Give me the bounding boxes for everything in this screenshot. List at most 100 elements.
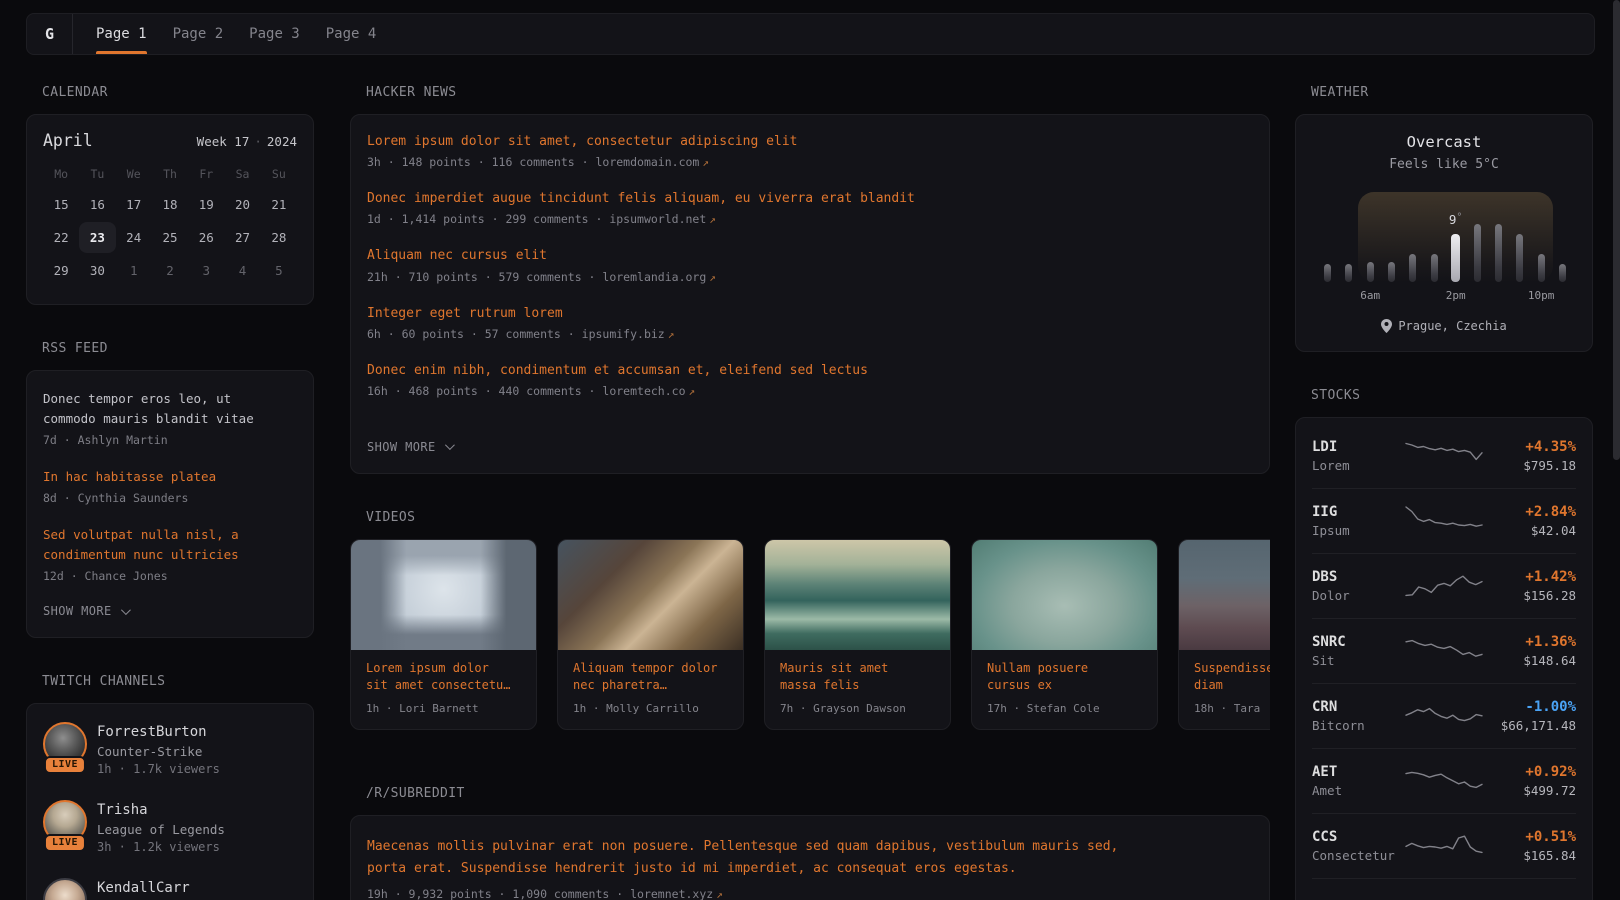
calendar-weekday: Tu bbox=[79, 167, 115, 181]
hackernews-item-title[interactable]: Donec imperdiet augue tincidunt felis al… bbox=[367, 190, 1253, 208]
rss-show-more-button[interactable]: SHOW MORE bbox=[43, 604, 128, 618]
stock-price: $156.28 bbox=[1484, 588, 1576, 604]
sparkline-chart bbox=[1404, 567, 1484, 601]
hackernews-item-meta: 3h · 148 points · 116 comments · loremdo… bbox=[367, 155, 1253, 169]
video-card[interactable]: Suspendisse diam 18h · Tara bbox=[1178, 539, 1270, 730]
stock-row-iig[interactable]: IIGIpsum+2.84%$42.04 bbox=[1312, 489, 1576, 554]
subreddit-section: /R/SUBREDDIT Maecenas mollis pulvinar er… bbox=[350, 786, 1270, 900]
hackernews-item-title[interactable]: Aliquam nec cursus elit bbox=[367, 247, 1253, 265]
stock-row-crn[interactable]: CRNBitcorn-1.00%$66,171.48 bbox=[1312, 684, 1576, 749]
video-title[interactable]: Suspendisse diam bbox=[1194, 660, 1270, 695]
location-pin-icon bbox=[1381, 319, 1392, 333]
rss-item-title[interactable]: Donec tempor eros leo, ut commodo mauris… bbox=[43, 389, 297, 429]
stock-name: Sit bbox=[1312, 653, 1404, 669]
subreddit-section-label: /R/SUBREDDIT bbox=[366, 786, 1270, 801]
stock-row-ccs[interactable]: CCSConsectetur +0.51% $165.84 bbox=[1312, 814, 1576, 879]
subreddit-card: Maecenas mollis pulvinar erat non posuer… bbox=[350, 815, 1270, 900]
app-logo[interactable]: G bbox=[27, 14, 72, 54]
stock-row-aet[interactable]: AETAmet+0.92%$499.72 bbox=[1312, 749, 1576, 814]
nav-tab-page-3[interactable]: Page 3 bbox=[249, 14, 300, 54]
hackernews-item-meta-text: 3h · 148 points · 116 comments · bbox=[367, 155, 595, 169]
video-title[interactable]: Mauris sit amet massa felis bbox=[780, 660, 935, 695]
middle-column: HACKER NEWS Lorem ipsum dolor sit amet, … bbox=[350, 85, 1270, 900]
stock-row-snrc[interactable]: SNRCSit+1.36%$148.64 bbox=[1312, 619, 1576, 684]
video-card[interactable]: Mauris sit amet massa felis7h · Grayson … bbox=[764, 539, 951, 730]
hackernews-item: Aliquam nec cursus elit21h · 710 points … bbox=[367, 247, 1253, 283]
rss-item-title[interactable]: Sed volutpat nulla nisl, a condimentum n… bbox=[43, 525, 297, 565]
left-column: CALENDAR April Week 17·2024 MoTuWeThFrSa… bbox=[26, 85, 314, 900]
twitch-section: TWITCH CHANNELS LIVEForrestBurtonCounter… bbox=[26, 674, 314, 900]
twitch-channel-row[interactable]: LIVEForrestBurtonCounter-Strike1h · 1.7k… bbox=[43, 722, 297, 784]
video-card[interactable]: Lorem ipsum dolor sit amet consectetu…1h… bbox=[350, 539, 537, 730]
stock-values: +1.42%$156.28 bbox=[1484, 568, 1576, 604]
hackernews-item-title[interactable]: Lorem ipsum dolor sit amet, consectetur … bbox=[367, 133, 1253, 151]
hackernews-item-domain-link[interactable]: ipsumworld.net bbox=[609, 212, 706, 226]
external-link-icon: ↗ bbox=[716, 888, 723, 900]
calendar-week-row: 15161718192021 bbox=[43, 187, 297, 220]
calendar-weekday: Th bbox=[152, 167, 188, 181]
weather-location-row[interactable]: Prague, Czechia bbox=[1314, 319, 1574, 333]
stock-row-ldi[interactable]: LDILorem+4.35%$795.18 bbox=[1312, 424, 1576, 489]
calendar-week-label: Week 17 bbox=[197, 134, 250, 149]
scrollbar-thumb[interactable] bbox=[1613, 0, 1620, 460]
sparkline-chart bbox=[1404, 892, 1484, 900]
chevron-down-icon bbox=[121, 605, 131, 615]
external-link-icon: ↗ bbox=[709, 271, 716, 284]
nav-tab-page-1[interactable]: Page 1 bbox=[96, 14, 147, 54]
weather-bar bbox=[1431, 254, 1438, 282]
stock-identity: CCSConsectetur bbox=[1312, 828, 1404, 864]
calendar-day-selected: 23 bbox=[79, 222, 115, 253]
video-meta: 18h · Tara bbox=[1194, 702, 1270, 715]
twitch-channel-row[interactable]: LIVETrishaLeague of Legends3h · 1.2k vie… bbox=[43, 800, 297, 862]
stock-row-ahs[interactable]: AHS+0.46% bbox=[1312, 879, 1576, 900]
video-title[interactable]: Aliquam tempor dolor nec pharetra… bbox=[573, 660, 728, 695]
calendar-day: 20 bbox=[224, 189, 260, 220]
twitch-channel-name: ForrestBurton bbox=[97, 722, 220, 740]
nav-tab-page-4[interactable]: Page 4 bbox=[326, 14, 377, 54]
hackernews-show-more-button[interactable]: SHOW MORE bbox=[367, 440, 452, 454]
hackernews-item-domain-link[interactable]: loremdomain.com bbox=[595, 155, 699, 169]
stock-row-dbs[interactable]: DBSDolor +1.42%$156.28 bbox=[1312, 554, 1576, 619]
stock-identity: DBSDolor bbox=[1312, 568, 1404, 604]
rss-item-list: Donec tempor eros leo, ut commodo mauris… bbox=[43, 389, 297, 583]
videos-section-label: VIDEOS bbox=[366, 510, 1270, 525]
chevron-down-icon bbox=[445, 441, 455, 451]
calendar-day: 30 bbox=[79, 255, 115, 286]
external-link-icon: ↗ bbox=[668, 328, 675, 341]
video-title[interactable]: Lorem ipsum dolor sit amet consectetu… bbox=[366, 660, 521, 695]
hackernews-item-domain-link[interactable]: loremtech.co bbox=[602, 384, 685, 398]
video-card[interactable]: Aliquam tempor dolor nec pharetra…1h · M… bbox=[557, 539, 744, 730]
weather-current-temp: 9° bbox=[1449, 212, 1463, 227]
hackernews-item-domain-link[interactable]: loremlandia.org bbox=[602, 270, 706, 284]
right-column: WEATHER Overcast Feels like 5°C 9° 6am2p… bbox=[1295, 85, 1593, 900]
calendar-weekday: Fr bbox=[188, 167, 224, 181]
scrollbar[interactable] bbox=[1613, 0, 1620, 900]
video-thumbnail bbox=[1179, 540, 1270, 650]
sparkline-chart bbox=[1404, 502, 1484, 536]
twitch-channel-row[interactable]: KendallCarr bbox=[43, 878, 297, 900]
weather-bar bbox=[1559, 264, 1566, 282]
nav-tab-page-2[interactable]: Page 2 bbox=[173, 14, 224, 54]
subreddit-post-title[interactable]: Maecenas mollis pulvinar erat non posuer… bbox=[367, 836, 1253, 882]
calendar-week-row: 22232425262728 bbox=[43, 220, 297, 253]
stock-change: +0.51% bbox=[1484, 828, 1576, 846]
video-title[interactable]: Nullam posuere cursus ex bbox=[987, 660, 1142, 695]
main-content: CALENDAR April Week 17·2024 MoTuWeThFrSa… bbox=[26, 85, 1593, 900]
rss-item-title[interactable]: In hac habitasse platea bbox=[43, 467, 297, 487]
weather-time-labels: 6am2pm10pm bbox=[1314, 289, 1574, 304]
twitch-avatar-wrap: LIVE bbox=[43, 722, 87, 774]
hackernews-item-title[interactable]: Integer eget rutrum lorem bbox=[367, 305, 1253, 323]
hackernews-item-title[interactable]: Donec enim nibh, condimentum et accumsan… bbox=[367, 362, 1253, 380]
calendar-day: 29 bbox=[43, 255, 79, 286]
subreddit-post-domain-link[interactable]: loremnet.xyz bbox=[630, 887, 713, 900]
stock-change: +4.35% bbox=[1484, 438, 1576, 456]
calendar-day: 5 bbox=[261, 255, 297, 286]
calendar-day: 22 bbox=[43, 222, 79, 253]
video-card[interactable]: Nullam posuere cursus ex17h · Stefan Col… bbox=[971, 539, 1158, 730]
calendar-header: April Week 17·2024 bbox=[43, 131, 297, 150]
hackernews-item-domain-link[interactable]: ipsumify.biz bbox=[582, 327, 665, 341]
hackernews-item-meta-text: 1d · 1,414 points · 299 comments · bbox=[367, 212, 609, 226]
stock-price: $165.84 bbox=[1484, 848, 1576, 864]
calendar-date-grid: 1516171819202122232425262728293012345 bbox=[43, 187, 297, 286]
video-thumbnail bbox=[972, 540, 1157, 650]
